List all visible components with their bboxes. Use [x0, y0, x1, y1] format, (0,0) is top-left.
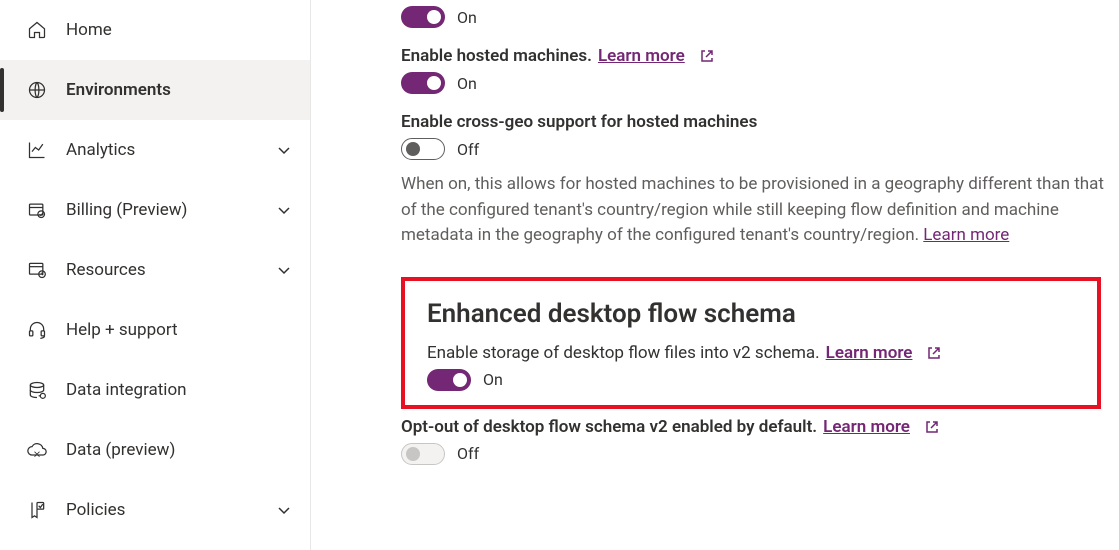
billing-icon — [26, 199, 48, 221]
sidebar-item-data-preview[interactable]: Data (preview) — [0, 420, 310, 480]
sidebar-item-label: Analytics — [66, 140, 276, 160]
headset-icon — [26, 319, 48, 341]
sidebar-item-environments[interactable]: Environments — [0, 60, 310, 120]
external-link-icon — [699, 48, 715, 64]
home-icon — [26, 19, 48, 41]
setting-title: Opt-out of desktop flow schema v2 enable… — [401, 417, 817, 437]
external-link-icon — [926, 345, 942, 361]
data-preview-icon — [26, 439, 48, 461]
toggle-state-label: On — [483, 370, 503, 389]
toggle-state-label: On — [457, 8, 477, 27]
setting-title: Enable cross-geo support for hosted mach… — [401, 112, 757, 132]
sidebar-item-label: Data (preview) — [66, 440, 292, 460]
sidebar-item-label: Environments — [66, 80, 292, 100]
sidebar-item-billing[interactable]: Billing (Preview) — [0, 180, 310, 240]
sidebar-item-label: Policies — [66, 500, 276, 520]
highlighted-section: Enhanced desktop flow schema Enable stor… — [401, 277, 1101, 409]
setting-title: Enable hosted machines. — [401, 46, 592, 66]
analytics-icon — [26, 139, 48, 161]
policies-icon — [26, 499, 48, 521]
setting-title: Enable storage of desktop flow files int… — [427, 343, 820, 363]
learn-more-link[interactable]: Learn more — [826, 343, 913, 363]
learn-more-link[interactable]: Learn more — [923, 225, 1009, 245]
sidebar-item-label: Home — [66, 20, 292, 40]
toggle-v2-schema[interactable] — [427, 369, 471, 391]
toggle-opt-out[interactable] — [401, 443, 445, 465]
sidebar-item-policies[interactable]: Policies — [0, 480, 310, 540]
chevron-down-icon — [276, 502, 292, 518]
sidebar: Home Environments Analytics Billing (Pre… — [0, 0, 311, 550]
resources-icon — [26, 259, 48, 281]
toggle-state-label: On — [457, 74, 477, 93]
toggle-state-label: Off — [457, 444, 479, 463]
data-integration-icon — [26, 379, 48, 401]
section-heading: Enhanced desktop flow schema — [427, 299, 1075, 329]
chevron-down-icon — [276, 262, 292, 278]
sidebar-item-resources[interactable]: Resources — [0, 240, 310, 300]
sidebar-item-label: Resources — [66, 260, 276, 280]
sidebar-item-label: Help + support — [66, 320, 292, 340]
toggle-setting-0[interactable] — [401, 6, 445, 28]
learn-more-link[interactable]: Learn more — [823, 417, 910, 437]
sidebar-item-label: Billing (Preview) — [66, 200, 276, 220]
toggle-state-label: Off — [457, 140, 479, 159]
chevron-down-icon — [276, 202, 292, 218]
external-link-icon — [924, 419, 940, 435]
sidebar-item-help-support[interactable]: Help + support — [0, 300, 310, 360]
sidebar-item-label: Data integration — [66, 380, 292, 400]
sidebar-item-data-integration[interactable]: Data integration — [0, 360, 310, 420]
chevron-down-icon — [276, 142, 292, 158]
learn-more-link[interactable]: Learn more — [598, 46, 685, 66]
setting-description: When on, this allows for hosted machines… — [401, 172, 1119, 249]
toggle-hosted-machines[interactable] — [401, 72, 445, 94]
sidebar-item-analytics[interactable]: Analytics — [0, 120, 310, 180]
sidebar-item-home[interactable]: Home — [0, 0, 310, 60]
globe-icon — [26, 79, 48, 101]
toggle-cross-geo[interactable] — [401, 138, 445, 160]
settings-panel: On Enable hosted machines. Learn more On… — [311, 0, 1119, 550]
